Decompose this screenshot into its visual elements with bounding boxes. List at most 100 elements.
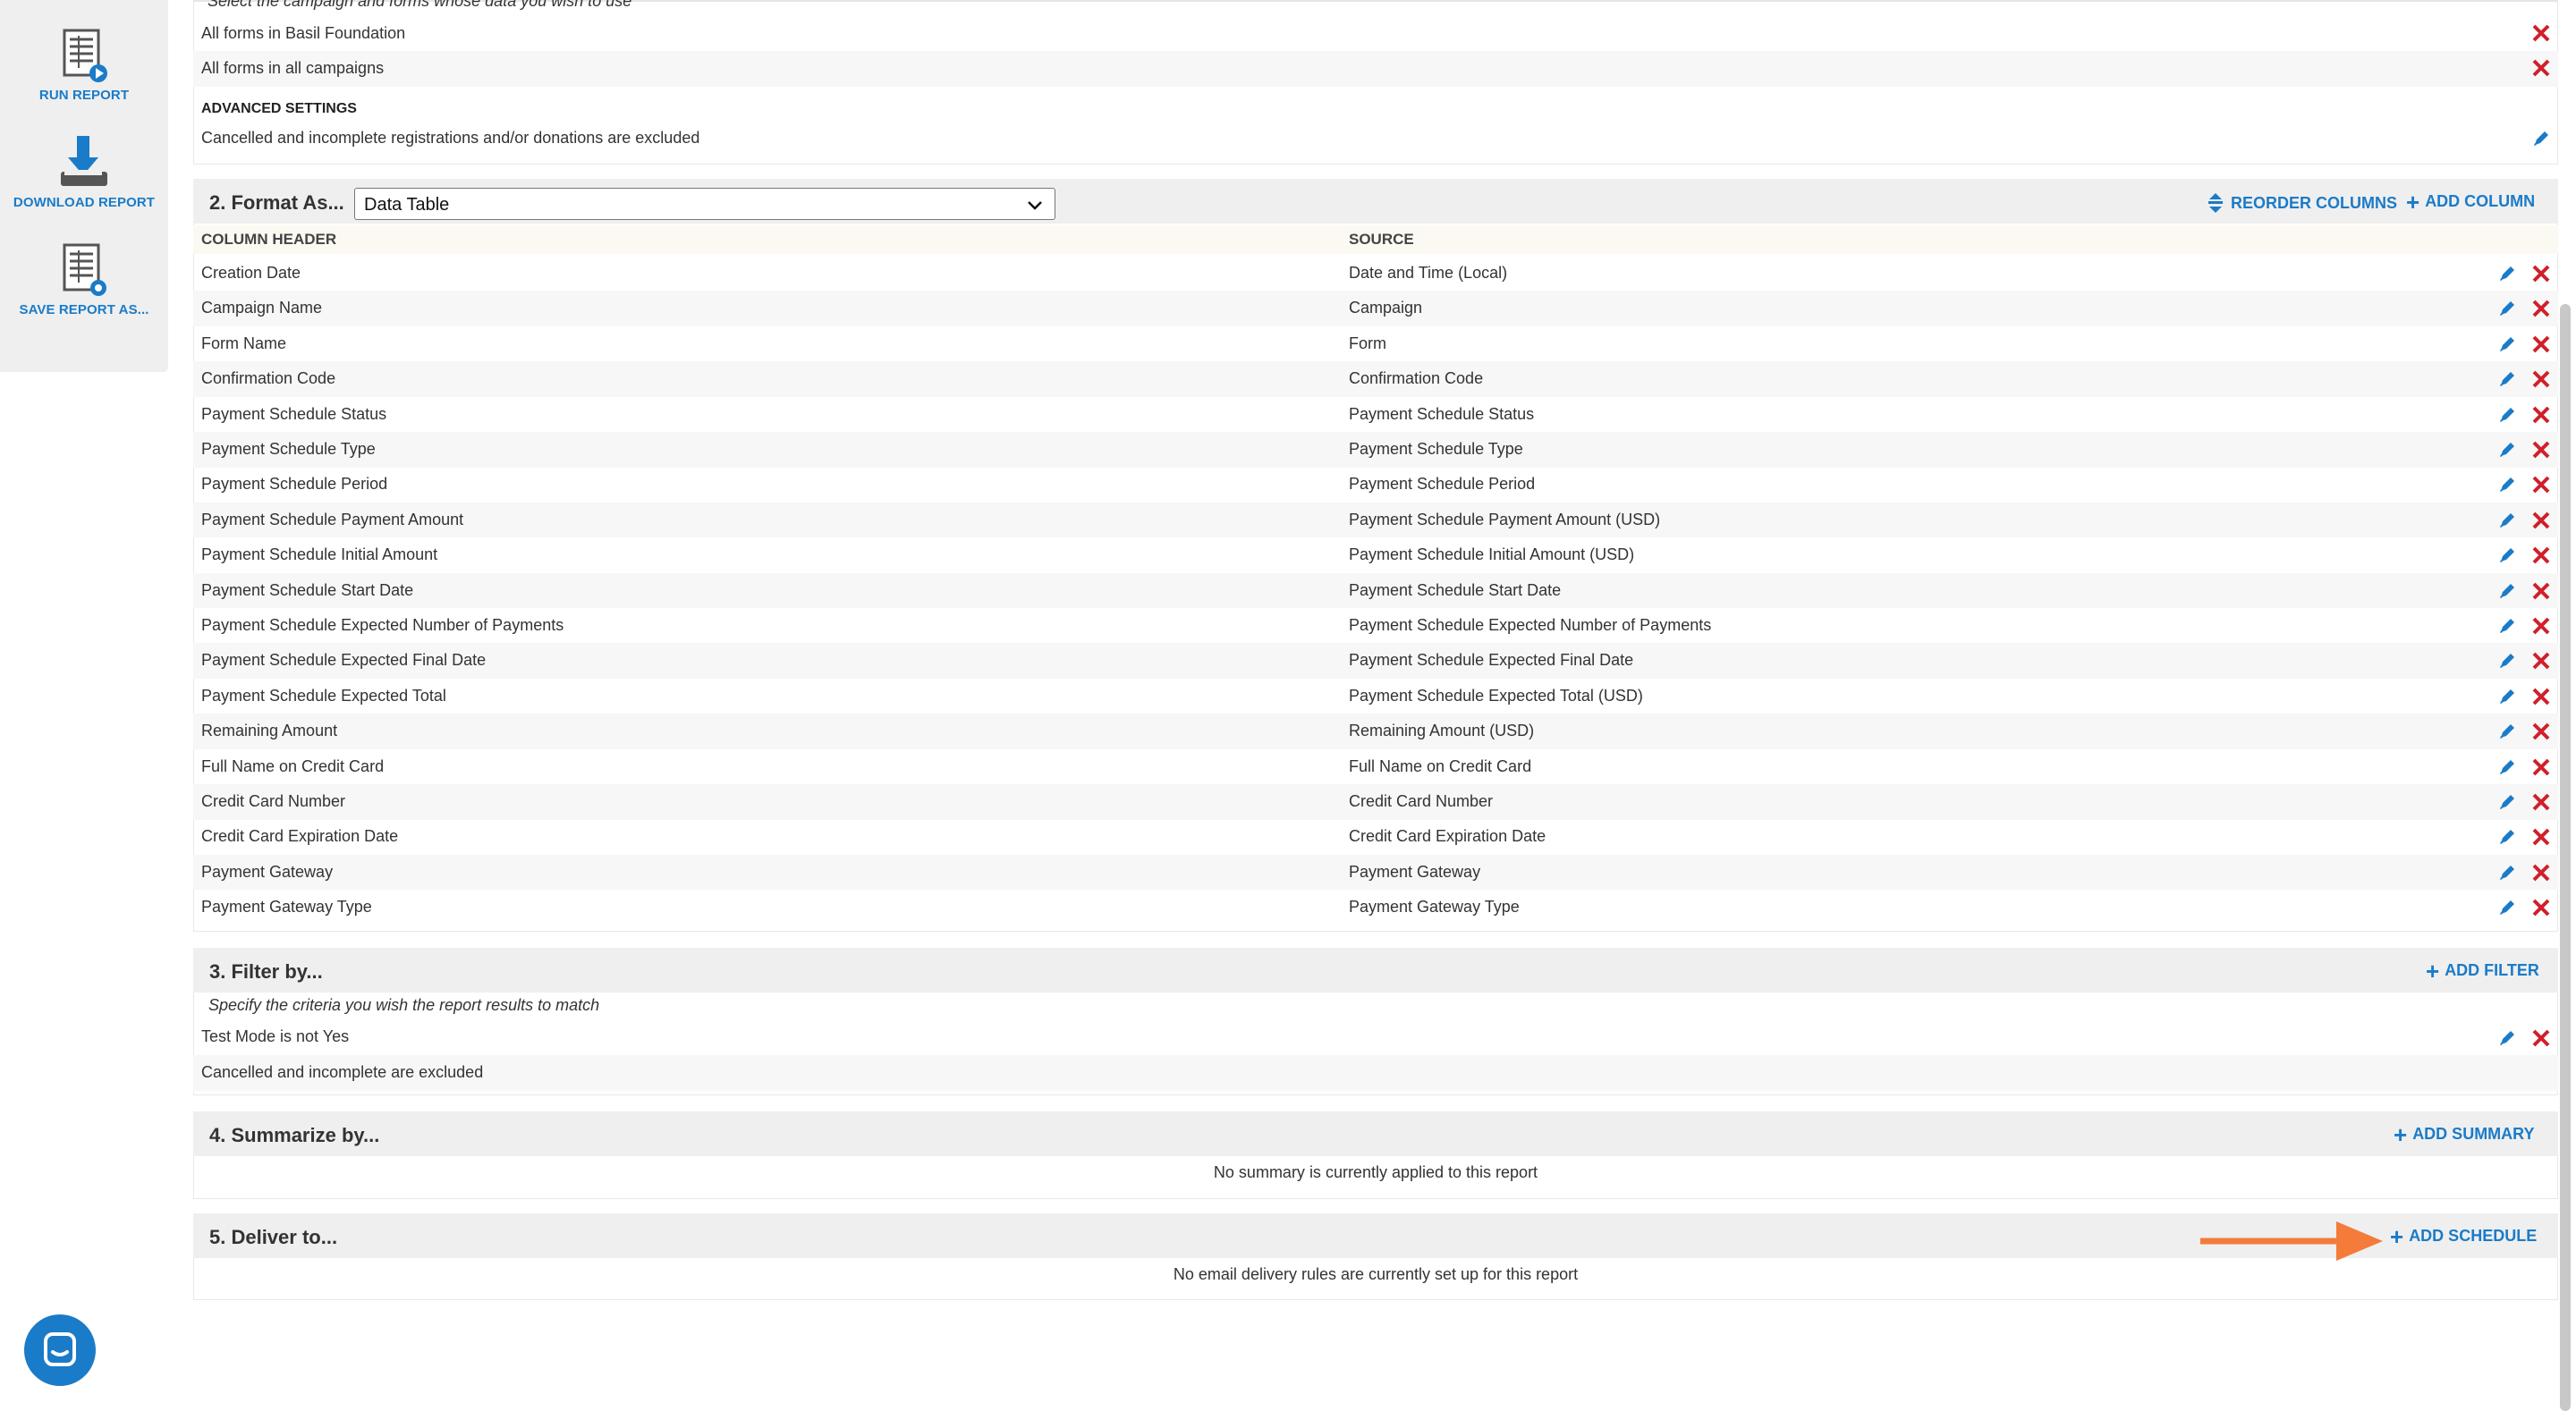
edit-icon[interactable] [2497,757,2517,777]
column-header-cell: Form Name [201,334,287,352]
add-filter-label: ADD FILTER [2445,961,2539,979]
delete-icon[interactable] [2531,511,2551,530]
table-row: Payment Schedule Initial Amount Payment S… [193,537,2558,573]
delete-icon[interactable] [2531,405,2551,425]
edit-icon[interactable] [2497,651,2517,671]
save-report-as-button[interactable]: SAVE REPORT AS... [0,241,168,317]
add-summary-label: ADD SUMMARY [2412,1125,2535,1143]
edit-icon[interactable] [2497,898,2517,917]
delete-icon[interactable] [2531,440,2551,460]
edit-icon[interactable] [2497,1028,2517,1048]
source-cell: Payment Gateway Type [1349,898,1520,917]
column-header-cell: Campaign Name [201,299,323,317]
source-cell: Confirmation Code [1349,369,1484,388]
table-row: Creation Date Date and Time (Local) [193,256,2558,291]
source-cell: Form [1349,334,1386,352]
advanced-settings-text: Cancelled and incomplete registrations a… [201,129,700,147]
delete-icon[interactable] [2531,651,2551,671]
delete-icon[interactable] [2531,863,2551,883]
edit-icon[interactable] [2497,405,2517,425]
source-cell: Campaign [1349,299,1423,317]
delete-icon[interactable] [2531,264,2551,283]
source-cell: Remaining Amount (USD) [1349,722,1535,740]
edit-icon[interactable] [2497,581,2517,601]
delete-icon[interactable] [2531,369,2551,389]
delete-icon[interactable] [2531,616,2551,636]
column-header-cell: Payment Schedule Initial Amount [201,545,438,564]
edit-icon[interactable] [2497,511,2517,530]
delete-icon[interactable] [2531,792,2551,812]
format-select[interactable]: Data Table [354,188,1055,220]
source-cell: Credit Card Expiration Date [1349,827,1546,846]
table-row: Payment Schedule Expected Final Date Paym… [193,643,2558,679]
add-column-button[interactable]: + ADD COLUMN [2406,190,2536,214]
delete-icon[interactable] [2531,757,2551,777]
add-schedule-button[interactable]: + ADD SCHEDULE [2390,1222,2538,1250]
column-header-cell: Full Name on Credit Card [201,756,385,775]
save-report-icon [63,243,106,296]
summary-empty-text: No summary is currently applied to this … [1213,1163,1538,1181]
plus-icon: + [2426,957,2440,984]
table-row: Form Name Form [193,326,2558,362]
campaign-note: Select the campaign and forms whose data… [208,0,632,10]
delete-icon[interactable] [2531,475,2551,494]
format-section-title: 2. Format As... [209,191,344,214]
delete-icon[interactable] [2531,827,2551,847]
table-row: Payment Schedule Start Date Payment Sched… [193,572,2558,609]
run-report-button[interactable]: RUN REPORT [0,27,168,103]
edit-icon[interactable] [2531,129,2551,148]
column-header-cell: Credit Card Expiration Date [201,827,399,846]
run-report-label: RUN REPORT [38,88,130,103]
edit-icon[interactable] [2497,264,2517,283]
excluded-text: Cancelled and incomplete are excluded [201,1063,484,1081]
column-header-cell: Payment Schedule Start Date [201,580,414,599]
delete-icon[interactable] [2531,23,2551,43]
column-header-cell: Payment Gateway Type [201,898,372,917]
edit-icon[interactable] [2497,475,2517,494]
table-row: Payment Gateway Payment Gateway [193,854,2558,891]
column-header-cell: Payment Schedule Period [201,475,388,494]
column-header-cell: Payment Schedule Expected Final Date [201,651,487,670]
edit-icon[interactable] [2497,616,2517,636]
delete-icon[interactable] [2531,58,2551,78]
add-schedule-label: ADD SCHEDULE [2409,1227,2538,1245]
deliver-empty-text: No email delivery rules are currently se… [1173,1265,1579,1283]
save-report-as-label: SAVE REPORT AS... [19,302,149,317]
add-filter-button[interactable]: + ADD FILTER [2426,957,2539,984]
edit-icon[interactable] [2497,369,2517,389]
delete-icon[interactable] [2531,545,2551,565]
edit-icon[interactable] [2497,687,2517,706]
edit-icon[interactable] [2497,334,2517,354]
delete-icon[interactable] [2531,898,2551,917]
delete-icon[interactable] [2531,1028,2551,1048]
edit-icon[interactable] [2497,722,2517,741]
table-row: Payment Schedule Status Payment Schedule … [193,397,2558,433]
delete-icon[interactable] [2531,722,2551,741]
add-summary-button[interactable]: + ADD SUMMARY [2394,1123,2535,1146]
edit-icon[interactable] [2497,827,2517,847]
delete-icon[interactable] [2531,299,2551,318]
delete-icon[interactable] [2531,687,2551,706]
annotation-arrow-icon [2200,1221,2383,1261]
download-report-label: DOWNLOAD REPORT [13,195,156,210]
add-column-label: ADD COLUMN [2425,192,2536,210]
edit-icon[interactable] [2497,440,2517,460]
source-cell: Payment Schedule Expected Number of Paym… [1349,616,1712,634]
format-select-value: Data Table [364,195,450,215]
edit-icon[interactable] [2497,545,2517,565]
edit-icon[interactable] [2497,792,2517,812]
delete-icon[interactable] [2531,334,2551,354]
download-report-icon [61,136,107,186]
delete-icon[interactable] [2531,581,2551,601]
table-row: Payment Schedule Period Payment Schedule … [193,467,2558,503]
plus-icon: + [2390,1222,2404,1250]
scrollbar[interactable] [2560,304,2571,1411]
filter-section-header: 3. Filter by... + ADD FILTER [193,948,2558,993]
edit-icon[interactable] [2497,299,2517,318]
download-report-button[interactable]: DOWNLOAD REPORT [0,134,168,210]
reorder-columns-button[interactable]: REORDER COLUMNS [2206,192,2397,214]
edit-icon[interactable] [2497,863,2517,883]
chat-button[interactable] [24,1314,96,1386]
table-row: Confirmation Code Confirmation Code [193,361,2558,397]
summary-section-title: 4. Summarize by... [209,1124,380,1146]
